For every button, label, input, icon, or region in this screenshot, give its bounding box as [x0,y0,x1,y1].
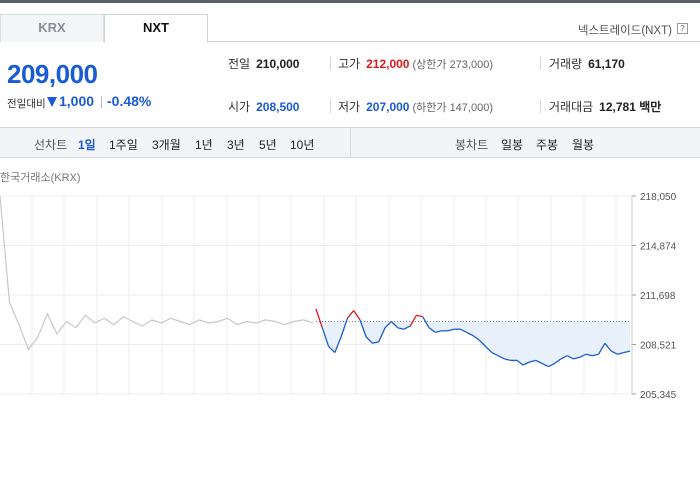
y-tick-label: 214,874 [640,242,677,253]
stat-limit: (하한가 147,000) [412,102,493,114]
stat-label: 거래대금 [549,100,594,114]
stat-label: 저가 [338,100,361,114]
help-icon[interactable]: ? [677,23,688,34]
nxt-series-segment [416,314,423,318]
stat-prev-close: 전일 210,000 [228,55,299,72]
change-label: 전일대비 [7,98,46,110]
exchange-tabs: KRX NXT 넥스트레이드(NXT) ? [0,14,700,43]
stat-open: 시가 208,500 [228,98,299,115]
stat-label: 시가 [228,100,251,114]
stat-label: 전일 [228,57,251,71]
stat-trade-amount: 거래대금 12,781 백만 [549,98,661,115]
y-tick-label: 218,050 [640,192,677,203]
period-5y[interactable]: 5년 [259,136,277,153]
period-1w[interactable]: 1주일 [109,136,138,153]
stat-label: 거래량 [549,57,583,71]
stat-limit: (상한가 273,000) [412,59,493,71]
exchange-label: 넥스트레이드(NXT) [577,25,672,37]
period-10y[interactable]: 10년 [290,136,314,153]
change-rate: -0.48% [107,93,152,109]
y-tick-label: 205,345 [640,390,677,400]
down-arrow-icon [47,97,57,107]
price-summary: 209,000 전일대비 1,000 -0.48% 전일 210,000 고가 21… [0,42,700,127]
stat-value: 207,000 [366,100,410,114]
candle-weekly[interactable]: 주봉 [536,136,558,153]
divider [540,99,541,113]
candle-monthly[interactable]: 월봉 [572,136,594,153]
period-1d[interactable]: 1일 [78,136,96,153]
candle-chart-label: 봉차트 [455,138,489,152]
stat-low: 저가 207,000 (하한가 147,000) [338,98,493,115]
price-chart: 218,050 214,874 211,698 208,521 205,345 [0,192,677,400]
stat-value: 212,000 [366,57,410,71]
divider [540,56,541,70]
stat-value: 208,500 [256,100,300,114]
stat-value: 61,170 [588,57,625,71]
krx-series-line [0,195,314,351]
stat-value: 12,781 [599,100,636,114]
divider [330,99,331,113]
stat-volume: 거래량 61,170 [549,55,625,72]
stat-value: 210,000 [256,57,300,71]
period-1y[interactable]: 1년 [195,136,213,153]
period-selector: 선차트 1일 1주일 3개월 1년 3년 5년 10년 봉차트 일봉 주봉 월봉 [0,127,700,158]
stat-label: 고가 [338,57,361,71]
current-price: 209,000 [7,59,98,89]
divider [330,56,331,70]
nxt-series-segment [346,310,355,319]
y-tick-label: 211,698 [640,291,676,302]
nxt-series-segment [409,314,418,327]
y-tick-label: 208,521 [640,341,677,352]
line-chart-label: 선차트 [34,138,68,152]
stat-high: 고가 212,000 (상한가 273,000) [338,55,493,72]
tab-krx[interactable]: KRX [0,14,104,42]
period-3y[interactable]: 3년 [227,136,245,153]
tab-nxt[interactable]: NXT [104,14,208,43]
nxt-series-segment [315,308,323,328]
change-value: 1,000 [59,93,95,109]
candle-daily[interactable]: 일봉 [501,136,523,153]
stat-unit: 백만 [639,100,662,114]
change-divider [101,96,102,108]
top-border [0,0,700,3]
period-3m[interactable]: 3개월 [152,136,181,153]
period-divider [350,128,351,158]
nxt-series-segment [353,310,361,321]
